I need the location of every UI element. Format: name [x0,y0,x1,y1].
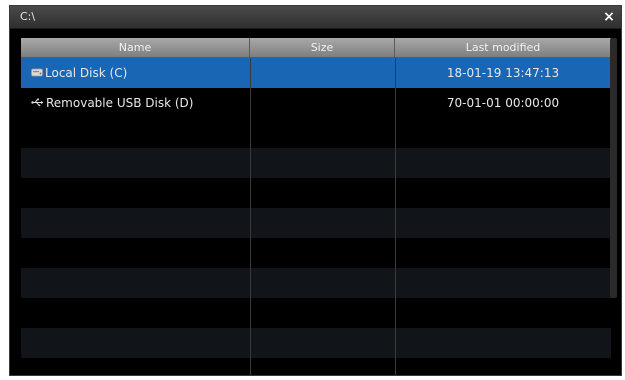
empty-row [21,238,611,268]
name-cell: Removable USB Disk (D) [21,88,250,118]
size-cell [250,58,395,88]
empty-row [21,358,611,375]
empty-row [21,118,611,148]
size-cell [250,88,395,118]
empty-row [21,148,611,178]
title-bar: C:\ × [10,6,621,29]
usb-icon [31,88,44,118]
vertical-scrollbar[interactable] [610,38,617,298]
modified-cell: 18-01-19 13:47:13 [446,66,560,80]
column-header-name[interactable]: Name [21,38,250,57]
modified-cell: 70-01-01 00:00:00 [446,96,560,110]
empty-row [21,298,611,328]
empty-row [21,178,611,208]
empty-row [21,208,611,238]
drive-name: Removable USB Disk (D) [46,96,194,110]
table-header: Name Size Last modified [21,38,611,58]
column-divider [395,58,396,375]
table-row-usb-disk[interactable]: Removable USB Disk (D) 70-01-01 00:00:00 [21,88,611,118]
current-path-title: C:\ [20,10,36,23]
empty-row [21,268,611,298]
column-header-last-modified[interactable]: Last modified [395,38,611,57]
empty-row [21,328,611,358]
drive-name: Local Disk (C) [45,66,128,80]
table-row-local-disk[interactable]: Local Disk (C) 18-01-19 13:47:13 [21,58,611,88]
name-cell: Local Disk (C) [21,58,250,88]
file-browser-dialog: C:\ × Name Size Last modified Local Disk… [9,5,622,376]
table-body: Local Disk (C) 18-01-19 13:47:13 Removab… [21,58,611,375]
column-header-size[interactable]: Size [250,38,395,57]
hard-disk-icon [31,58,43,88]
close-button[interactable]: × [601,9,617,25]
column-divider [250,58,251,375]
file-table: Name Size Last modified Local Disk (C) 1… [21,38,611,375]
